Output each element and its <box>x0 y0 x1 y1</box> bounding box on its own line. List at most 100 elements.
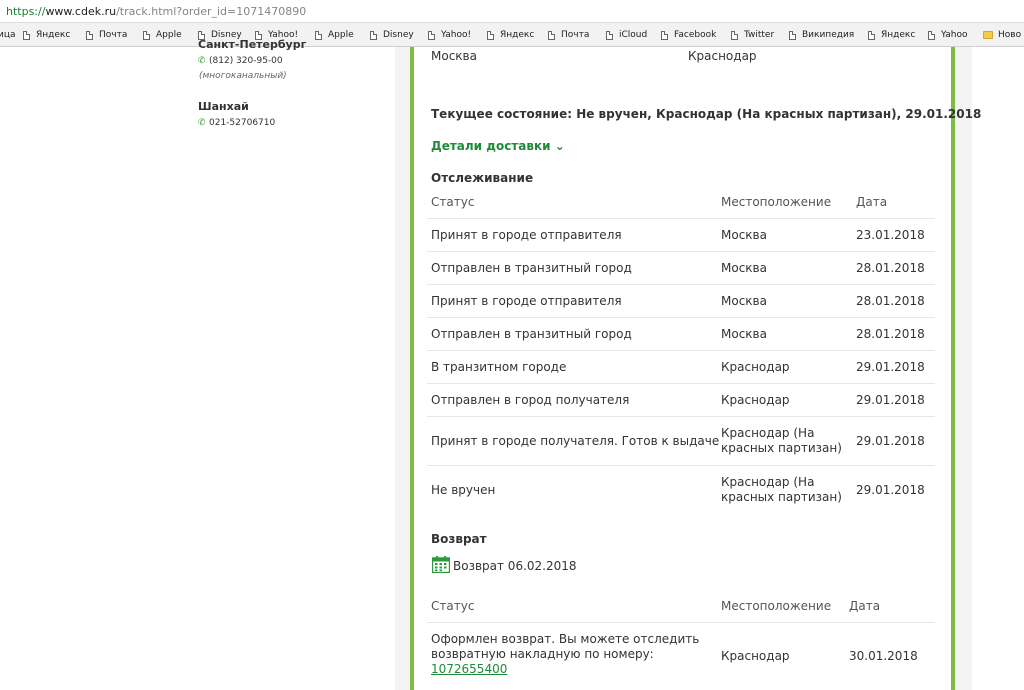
tracking-row-status: Отправлен в транзитный город <box>431 327 632 341</box>
bookmark-item[interactable]: Apple <box>143 23 182 46</box>
tracking-row-location: Москва <box>721 294 767 308</box>
office-phone[interactable]: ✆ 021-52706710 <box>198 117 275 129</box>
bookmark-item[interactable]: Яндекс <box>23 23 70 46</box>
bookmarks-bar: ица Яндекс Почта Apple Disney Yahoo! App… <box>0 23 1024 47</box>
office-spb: Санкт-Петербург ✆ (812) 320-95-00 (многок… <box>198 38 306 82</box>
page-icon <box>548 30 555 40</box>
tracking-row-date: 29.01.2018 <box>856 434 925 448</box>
chevron-down-icon: ⌄ <box>554 139 565 153</box>
tracking-row-status: В транзитном городе <box>431 360 567 374</box>
phone-icon: ✆ <box>198 117 206 128</box>
phone-number: (812) 320-95-00 <box>209 56 283 66</box>
tracking-row-status: Принят в городе отправителя <box>431 228 622 242</box>
tracking-row-date: 23.01.2018 <box>856 228 925 242</box>
url-text[interactable]: https://www.cdek.ru/track.html?order_id=… <box>6 5 306 18</box>
return-row-status-text: Оформлен возврат. Вы можете отследить во… <box>431 632 700 661</box>
office-phone[interactable]: ✆ (812) 320-95-00 <box>198 55 306 67</box>
tracking-row-status: Принят в городе отправителя <box>431 294 622 308</box>
tracking-row-date: 29.01.2018 <box>856 393 925 407</box>
to-city: Краснодар <box>688 49 757 63</box>
divider <box>427 465 935 466</box>
bookmark-label: Facebook <box>674 30 717 40</box>
page-icon <box>143 30 150 40</box>
bookmark-item[interactable]: Twitter <box>731 23 775 46</box>
tracking-row-location: Краснодар (На красных партизан) <box>721 426 842 455</box>
return-header-location: Местоположение <box>721 599 832 613</box>
page-icon <box>928 30 935 40</box>
tracking-row-date: 28.01.2018 <box>856 261 925 275</box>
current-state: Текущее состояние: Не вручен, Краснодар … <box>431 107 982 121</box>
office-note: (многоканальный) <box>199 71 287 81</box>
delivery-details-link[interactable]: Детали доставки ⌄ <box>431 139 565 154</box>
return-title: Возврат <box>431 532 487 546</box>
tracking-row-date: 29.01.2018 <box>856 360 925 374</box>
bookmark-label: Yahoo <box>941 30 968 40</box>
tracking-header-date: Дата <box>856 195 888 209</box>
bookmark-label: Disney <box>383 30 414 40</box>
page-icon <box>606 30 613 40</box>
tracking-row-date: 29.01.2018 <box>856 483 925 497</box>
bookmark-label: Apple <box>156 30 182 40</box>
bookmark-folder[interactable]: Ново <box>983 23 1022 46</box>
bookmark-item[interactable]: ица <box>0 23 16 46</box>
page-icon <box>23 30 30 40</box>
tracking-title: Отслеживание <box>431 171 534 185</box>
divider <box>427 251 935 252</box>
page-icon <box>428 30 435 40</box>
from-city: Москва <box>431 49 477 63</box>
bookmark-label: Почта <box>99 30 128 40</box>
tracking-row-location: Краснодар <box>721 360 790 374</box>
bookmark-item[interactable]: Почта <box>548 23 589 46</box>
office-shanghai: Шанхай ✆ 021-52706710 <box>198 100 275 129</box>
bookmark-item[interactable]: Yahoo <box>928 23 968 46</box>
bookmark-label: Яндекс <box>500 30 535 40</box>
url-scheme: https:// <box>6 5 46 18</box>
bookmark-item[interactable]: Яндекс <box>868 23 915 46</box>
tracking-row-location: Краснодар (На красных партизан) <box>721 475 842 504</box>
phone-number: 021-52706710 <box>209 118 276 128</box>
return-row-location: Краснодар <box>721 649 790 663</box>
divider <box>427 416 935 417</box>
tracking-header-status: Статус <box>431 195 475 209</box>
return-tracking-link[interactable]: 1072655400 <box>431 662 507 676</box>
divider <box>427 383 935 384</box>
bookmark-label: Ново <box>998 30 1022 40</box>
return-header-status: Статус <box>431 599 475 613</box>
page-icon <box>868 30 875 40</box>
bookmark-item[interactable]: Facebook <box>661 23 717 46</box>
divider <box>427 622 935 623</box>
bookmark-label: Twitter <box>744 30 775 40</box>
bookmark-label: Apple <box>328 30 354 40</box>
bookmark-item[interactable]: Яндекс <box>487 23 535 46</box>
return-header-date: Дата <box>849 599 881 613</box>
page-icon <box>789 30 796 40</box>
return-date: Возврат 06.02.2018 <box>453 559 577 573</box>
page-icon <box>661 30 668 40</box>
tracking-row-status: Принят в городе получателя. Готов к выда… <box>431 434 720 448</box>
tracking-row-status: Не вручен <box>431 483 496 497</box>
page-icon <box>370 30 377 40</box>
calendar-icon <box>432 556 450 573</box>
bookmark-item[interactable]: Википедия <box>789 23 854 46</box>
bookmark-item[interactable]: Apple <box>315 23 354 46</box>
bookmark-item[interactable]: Disney <box>370 23 414 46</box>
bookmark-item[interactable]: iCloud <box>606 23 648 46</box>
delivery-details-label: Детали доставки <box>431 139 551 153</box>
tracking-row-date: 28.01.2018 <box>856 327 925 341</box>
bookmark-item[interactable]: Yahoo! <box>428 23 471 46</box>
page-icon <box>731 30 738 40</box>
office-city: Санкт-Петербург <box>198 38 307 51</box>
divider <box>427 284 935 285</box>
bookmark-item[interactable]: Почта <box>86 23 128 46</box>
tracking-row-location: Москва <box>721 261 767 275</box>
return-row-status: Оформлен возврат. Вы можете отследить во… <box>431 632 709 677</box>
phone-icon: ✆ <box>198 55 206 66</box>
tracking-row-date: 28.01.2018 <box>856 294 925 308</box>
tracking-row-location: Москва <box>721 228 767 242</box>
divider <box>427 317 935 318</box>
page-icon <box>315 30 322 40</box>
tracking-row-status: Отправлен в город получателя <box>431 393 630 407</box>
address-bar[interactable]: https://www.cdek.ru/track.html?order_id=… <box>0 0 1024 23</box>
tracking-row-status: Отправлен в транзитный город <box>431 261 632 275</box>
bookmark-label: iCloud <box>619 30 648 40</box>
